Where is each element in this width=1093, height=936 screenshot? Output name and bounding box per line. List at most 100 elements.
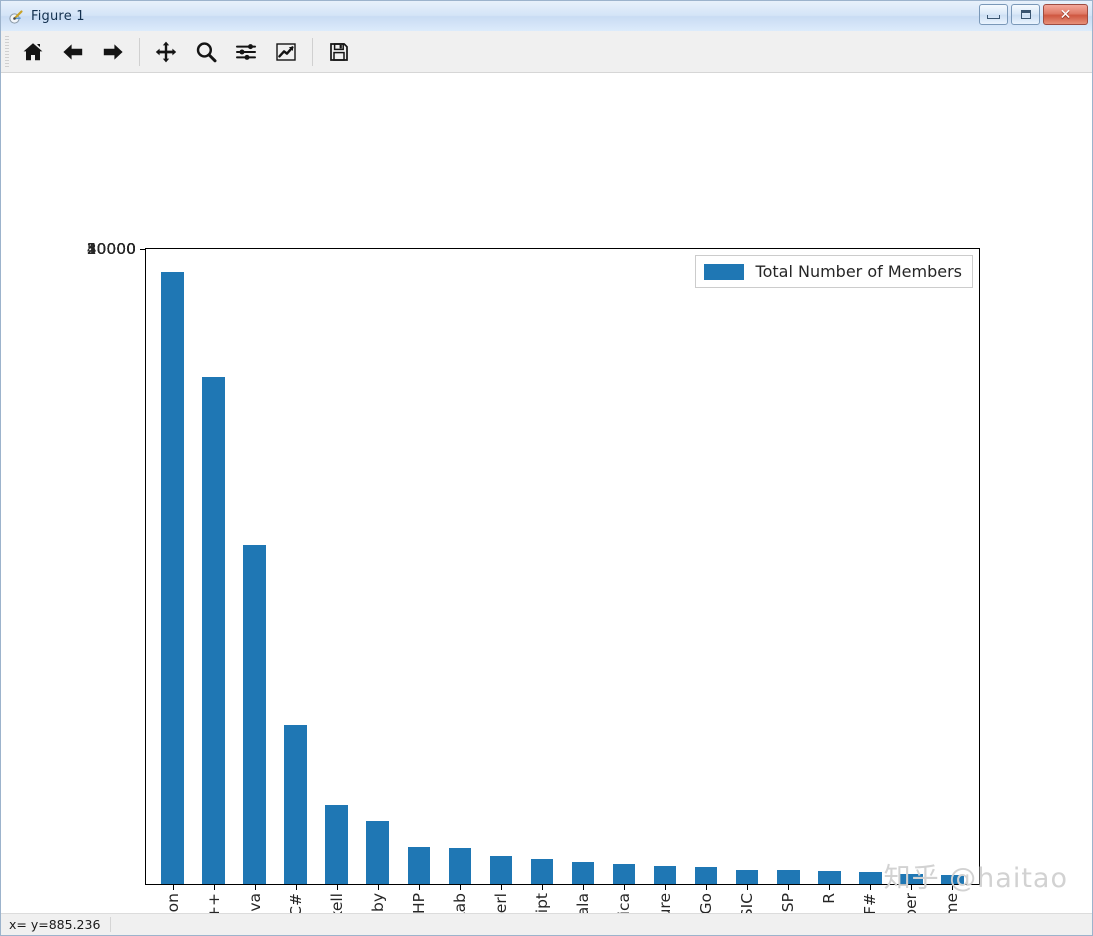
x-tick-mark <box>418 884 420 890</box>
save-button[interactable] <box>319 35 359 69</box>
x-tick-mark <box>870 884 872 890</box>
bar <box>653 866 677 884</box>
home-icon <box>21 40 45 64</box>
maximize-button[interactable] <box>1011 4 1040 25</box>
floppy-disk-icon <box>327 40 351 64</box>
legend-label: Total Number of Members <box>755 262 962 281</box>
bar <box>817 871 841 884</box>
pan-button[interactable] <box>146 35 186 69</box>
minimize-button[interactable] <box>979 4 1008 25</box>
bar <box>735 869 759 884</box>
matplotlib-navigation-toolbar <box>1 31 1092 73</box>
bar <box>407 846 431 884</box>
x-tick-mark <box>336 884 338 890</box>
x-tick-mark <box>952 884 954 890</box>
home-button[interactable] <box>13 35 53 69</box>
toolbar-separator <box>312 37 313 66</box>
x-tick-label: Scala <box>574 893 592 913</box>
window-titlebar[interactable]: Figure 1 ✕ <box>1 1 1092 31</box>
bar <box>284 725 307 884</box>
bar-slot: Python <box>152 249 193 913</box>
bar-chart-axes: 01000020000300004000050000 PythonC/C++Ja… <box>87 240 980 913</box>
chart-legend: Total Number of Members <box>694 255 973 288</box>
y-tick-label: 50000 <box>86 240 136 258</box>
bar <box>859 871 882 884</box>
configure-subplots-button[interactable] <box>226 35 266 69</box>
arrow-left-icon <box>61 40 85 64</box>
x-tick-label: Go <box>697 893 716 913</box>
x-tick-label: Clojure <box>656 893 674 913</box>
bar-slot: Ruby <box>357 249 398 913</box>
bar <box>161 271 184 884</box>
x-tick-label: C/C++ <box>205 893 223 913</box>
bar <box>366 820 390 884</box>
close-button[interactable]: ✕ <box>1043 4 1088 25</box>
bar <box>489 856 513 884</box>
x-tick-mark <box>747 884 749 890</box>
x-tick-label: R <box>820 893 839 904</box>
bars-container: Python C/C++ Java C# Haskell Ruby PHP MatLab Per… <box>146 249 979 913</box>
bar-slot: PHP <box>398 249 439 913</box>
sliders-icon <box>234 40 258 64</box>
x-tick-mark <box>377 884 379 890</box>
bar-slot: LISP <box>768 249 809 913</box>
x-tick-mark <box>788 884 790 890</box>
bar <box>530 858 554 884</box>
bar-slot: Go <box>686 249 727 913</box>
figure-window: Figure 1 ✕ 0 10000 20000 30000 40000 500… <box>0 0 1093 936</box>
bar-slot: Clojure <box>645 249 686 913</box>
bar-slot: MatLab <box>439 249 480 913</box>
magnifier-icon <box>194 40 218 64</box>
bar-slot: Java <box>234 249 275 913</box>
bar-slot: encil/Paper <box>891 249 932 913</box>
bar-slot: C/C++ <box>193 249 234 913</box>
x-tick-mark <box>213 884 215 890</box>
bar <box>448 847 472 884</box>
matplotlib-figure-icon <box>8 8 25 25</box>
x-tick-mark <box>500 884 502 890</box>
bar <box>202 377 225 884</box>
x-tick-label: encil/Paper <box>902 893 920 913</box>
bar <box>776 870 800 884</box>
legend-swatch <box>703 263 744 280</box>
close-icon: ✕ <box>1059 6 1072 23</box>
x-tick-label: MatLab <box>451 893 469 913</box>
coordinate-readout: x= y=885.236 <box>1 917 111 932</box>
bar <box>900 874 923 884</box>
arrow-right-icon <box>101 40 125 64</box>
bar-slot: C# <box>275 249 316 913</box>
x-tick-label: PHP <box>409 893 428 913</box>
bar <box>612 864 636 884</box>
x-tick-mark <box>172 884 174 890</box>
x-tick-label: LISP <box>779 893 798 913</box>
x-tick-label: F# <box>861 893 880 913</box>
x-tick-label: BASIC <box>738 893 756 913</box>
figure-canvas[interactable]: 01000020000300004000050000 PythonC/C++Ja… <box>1 73 1092 913</box>
x-tick-label: ECMAScript <box>533 893 551 913</box>
status-bar: x= y=885.236 <box>1 913 1092 935</box>
minimize-icon <box>987 15 1000 19</box>
bar <box>571 861 595 884</box>
zoom-button[interactable] <box>186 35 226 69</box>
bar <box>243 544 266 884</box>
bar-slot: F# <box>850 249 891 913</box>
matplotlib-figure: 01000020000300004000050000 PythonC/C++Ja… <box>2 73 1080 913</box>
bar-slot: BASIC <box>727 249 768 913</box>
x-tick-mark <box>582 884 584 890</box>
x-tick-mark <box>295 884 297 890</box>
x-tick-mark <box>624 884 626 890</box>
bar-slot: Scala <box>562 249 603 913</box>
x-tick-label: Python <box>164 893 182 913</box>
x-tick-mark <box>911 884 913 890</box>
bar <box>325 804 348 884</box>
window-title: Figure 1 <box>31 8 85 24</box>
move-cross-icon <box>154 40 178 64</box>
toolbar-grip[interactable] <box>5 35 9 68</box>
x-tick-mark <box>459 884 461 890</box>
x-tick-mark <box>541 884 543 890</box>
back-button[interactable] <box>53 35 93 69</box>
edit-curves-button[interactable] <box>266 35 306 69</box>
forward-button[interactable] <box>93 35 133 69</box>
x-tick-mark <box>254 884 256 890</box>
bar-slot: Perl <box>480 249 521 913</box>
